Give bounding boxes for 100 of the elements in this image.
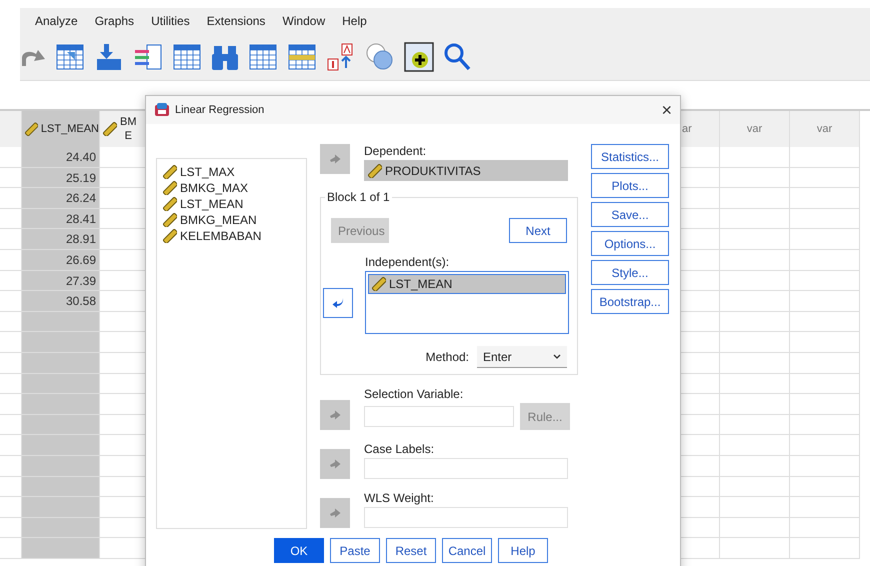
dialog-button[interactable]: Statistics... <box>591 144 669 169</box>
method-dropdown[interactable]: Enter <box>477 346 567 368</box>
table-cell <box>790 291 860 312</box>
circles-icon[interactable] <box>365 42 395 72</box>
table-cell <box>790 332 860 353</box>
import-icon[interactable] <box>94 42 124 72</box>
menu-item[interactable]: Window <box>282 14 326 28</box>
arrow-right-icon <box>329 459 341 469</box>
close-button[interactable]: × <box>661 100 672 120</box>
insert-icon[interactable] <box>404 42 434 72</box>
table-cell <box>790 270 860 292</box>
dialog-button[interactable]: Plots... <box>591 173 669 198</box>
menu-item[interactable]: Extensions <box>206 14 266 28</box>
ruler-icon <box>163 181 177 195</box>
variable-name: LST_MEAN <box>389 277 452 291</box>
variable-name: KELEMBABAN <box>180 229 262 243</box>
menu-item[interactable]: Help <box>342 14 367 28</box>
table-cell <box>790 374 860 394</box>
table-cell <box>720 352 790 374</box>
column-header[interactable]: LST_MEAN <box>22 111 100 147</box>
field-label: Selection Variable: <box>364 387 464 401</box>
table-cell <box>790 188 860 209</box>
input-field[interactable] <box>364 507 568 528</box>
table-cell <box>790 208 860 230</box>
search-icon[interactable] <box>443 42 471 72</box>
input-field[interactable] <box>364 458 568 479</box>
arrow-right-icon <box>329 154 341 164</box>
menu-item[interactable]: Utilities <box>151 14 190 28</box>
field-label: Method: <box>426 350 469 364</box>
ruler-icon <box>25 122 38 136</box>
dialog-button[interactable]: Help <box>498 538 548 563</box>
move-button[interactable] <box>323 288 353 318</box>
variable-item[interactable]: KELEMBABAN <box>163 229 300 243</box>
dependent-field[interactable]: PRODUKTIVITAS <box>364 160 568 181</box>
table-icon[interactable] <box>55 42 85 72</box>
table-cell: 28.91 <box>22 229 100 250</box>
table-cell <box>790 229 860 250</box>
table-cell <box>790 456 860 476</box>
table-cell <box>790 168 860 188</box>
table-cell <box>720 332 790 353</box>
dialog-button[interactable]: Style... <box>591 260 669 285</box>
table-cell <box>720 456 790 476</box>
variable-item[interactable]: LST_MAX <box>163 165 300 179</box>
table-cell <box>790 352 860 374</box>
table-icon[interactable] <box>287 42 317 72</box>
arrow-right-icon <box>329 508 341 518</box>
variable-item[interactable]: LST_MEAN <box>368 274 566 294</box>
column-header[interactable]: var <box>790 111 860 147</box>
group-label: Block 1 of 1 <box>325 190 392 204</box>
menu-item[interactable]: Analyze <box>35 14 78 28</box>
dialog-button[interactable]: Bootstrap... <box>591 289 669 314</box>
table-icon[interactable] <box>248 42 278 72</box>
table-cell <box>720 168 790 188</box>
dialog-button[interactable]: Options... <box>591 231 669 256</box>
ruler-icon <box>163 213 177 227</box>
ruler-icon <box>163 197 177 211</box>
dialog-button[interactable]: Reset <box>386 538 436 563</box>
field-label: WLS Weight: <box>364 491 435 505</box>
ruler-icon <box>163 165 177 179</box>
arrow-right-icon <box>329 410 341 420</box>
menu-item[interactable]: Graphs <box>94 14 134 28</box>
ruler-icon <box>372 277 386 291</box>
table-cell <box>790 147 860 168</box>
list-icon[interactable] <box>133 42 163 72</box>
table-cell <box>790 538 860 559</box>
arrow-left-icon <box>332 296 344 308</box>
next-button[interactable]: Next <box>509 218 567 243</box>
table-cell: 26.24 <box>22 188 100 209</box>
table-cell <box>790 414 860 436</box>
table-cell <box>790 250 860 271</box>
table-cell <box>720 497 790 518</box>
dialog-button[interactable]: Save... <box>591 202 669 227</box>
table-cell <box>790 435 860 456</box>
table-cell <box>720 435 790 456</box>
dialog-button[interactable]: Cancel <box>442 538 492 563</box>
ruler-icon <box>103 122 117 136</box>
table-cell <box>720 414 790 436</box>
independent-list[interactable]: LST_MEAN <box>365 271 569 334</box>
window-title: Linear Regression <box>175 104 266 116</box>
field-label: Dependent: <box>364 144 428 158</box>
table-cell <box>720 250 790 271</box>
variable-item[interactable]: BMKG_MAX <box>163 181 300 195</box>
table-cell: 27.39 <box>22 270 100 292</box>
input-field[interactable] <box>364 406 514 427</box>
table-cell <box>720 147 790 168</box>
field-label: Independent(s): <box>365 255 450 269</box>
table-cell <box>720 291 790 312</box>
table-cell: 28.41 <box>22 208 100 230</box>
variable-item[interactable]: BMKG_MEAN <box>163 213 300 227</box>
ruler-icon <box>163 229 177 243</box>
ok-button[interactable]: OK <box>274 538 324 563</box>
column-header[interactable]: var <box>720 111 790 147</box>
table-cell <box>720 312 790 332</box>
table-cell <box>720 518 790 538</box>
table-cell <box>790 312 860 332</box>
dialog-button[interactable]: Paste <box>330 538 380 563</box>
variable-item[interactable]: LST_MEAN <box>163 197 300 211</box>
table-cell: 26.69 <box>22 250 100 271</box>
column-header[interactable]: ar <box>680 111 720 147</box>
table-icon[interactable] <box>172 42 202 72</box>
